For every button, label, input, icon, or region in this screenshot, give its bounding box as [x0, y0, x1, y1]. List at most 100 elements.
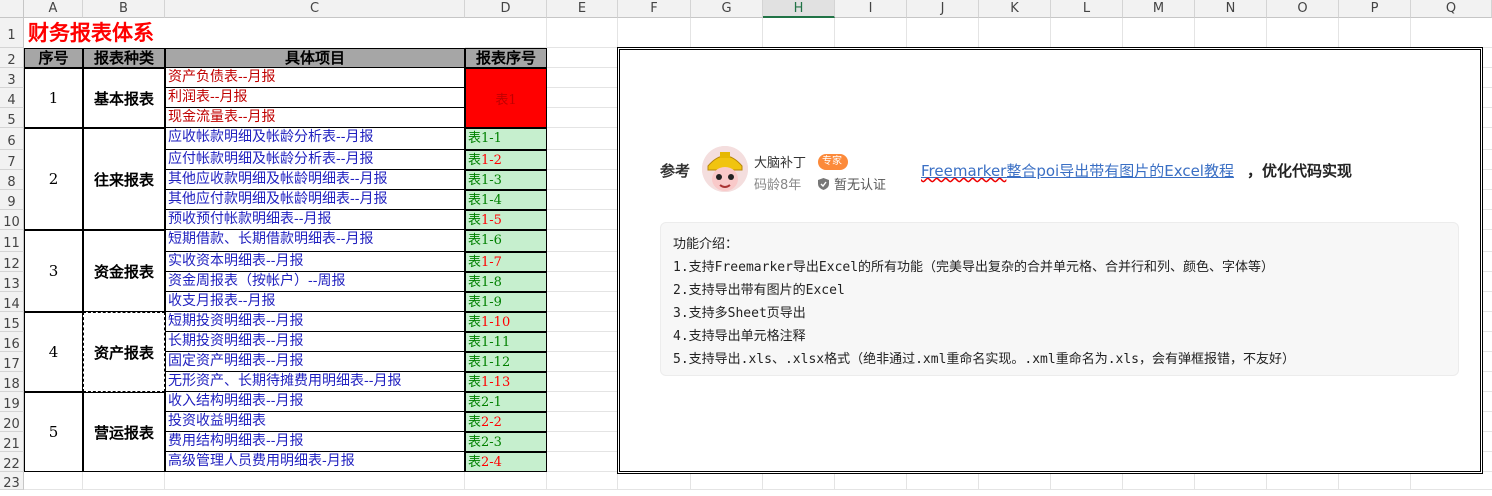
column-header-d[interactable]: D — [465, 0, 547, 18]
column-header-m[interactable]: M — [1123, 0, 1195, 18]
report-code[interactable]: 表2-4 — [465, 452, 547, 472]
column-header-c[interactable]: C — [165, 0, 465, 18]
row-header-12[interactable]: 12 — [0, 252, 24, 272]
report-item[interactable]: 投资收益明细表 — [165, 412, 465, 432]
author-avatar[interactable] — [702, 146, 748, 192]
report-item[interactable]: 资金周报表（按帐户）--周报 — [165, 272, 465, 292]
report-item[interactable]: 预收预付帐款明细表--月报 — [165, 210, 465, 230]
row-header-4[interactable]: 4 — [0, 88, 24, 108]
group-seq[interactable]: 1 — [24, 68, 83, 128]
report-code[interactable]: 表1-3 — [465, 170, 547, 190]
row-header-8[interactable]: 8 — [0, 170, 24, 190]
row-header-17[interactable]: 17 — [0, 352, 24, 372]
row-header-5[interactable]: 5 — [0, 108, 24, 128]
report-item[interactable]: 短期投资明细表--月报 — [165, 312, 465, 332]
column-header-p[interactable]: P — [1339, 0, 1411, 18]
report-item[interactable]: 现金流量表--月报 — [165, 108, 465, 128]
report-code[interactable]: 表2-2 — [465, 412, 547, 432]
report-code-main[interactable]: 表1 — [465, 68, 547, 128]
select-all-corner[interactable] — [0, 0, 24, 18]
row-header-16[interactable]: 16 — [0, 332, 24, 352]
report-item[interactable]: 资产负债表--月报 — [165, 68, 465, 88]
header-item[interactable]: 具体项目 — [165, 48, 465, 68]
row-header-3[interactable]: 3 — [0, 68, 24, 88]
header-kind[interactable]: 报表种类 — [83, 48, 165, 68]
row-header-10[interactable]: 10 — [0, 210, 24, 230]
header-code[interactable]: 报表序号 — [465, 48, 547, 68]
row-header-21[interactable]: 21 — [0, 432, 24, 452]
report-item[interactable]: 高级管理人员费用明细表-月报 — [165, 452, 465, 472]
author-name[interactable]: 大脑补丁 — [754, 152, 806, 171]
row-header-19[interactable]: 19 — [0, 392, 24, 412]
sheet-title[interactable]: 财务报表体系 — [24, 18, 465, 48]
article-link[interactable]: Freemarker整合poi导出带有图片的Excel教程 — [921, 160, 1234, 181]
report-code[interactable]: 表1-9 — [465, 292, 547, 312]
column-header-e[interactable]: E — [547, 0, 618, 18]
report-code[interactable]: 表1-5 — [465, 210, 547, 230]
reference-text-box[interactable]: 参考 大脑补丁 专家 码龄8年 暂无认证 Freemarker整合poi导出带有… — [617, 47, 1483, 474]
group-seq[interactable]: 3 — [24, 230, 83, 312]
row-header-18[interactable]: 18 — [0, 372, 24, 392]
column-header-b[interactable]: B — [83, 0, 165, 18]
row-header-20[interactable]: 20 — [0, 412, 24, 432]
group-kind[interactable]: 基本报表 — [83, 68, 165, 128]
column-header-k[interactable]: K — [979, 0, 1051, 18]
report-code[interactable]: 表1-7 — [465, 252, 547, 272]
row-header-15[interactable]: 15 — [0, 312, 24, 332]
report-code[interactable]: 表1-11 — [465, 332, 547, 352]
column-header-n[interactable]: N — [1195, 0, 1267, 18]
row-header-23[interactable]: 23 — [0, 472, 24, 491]
group-kind[interactable]: 往来报表 — [83, 128, 165, 230]
group-seq[interactable]: 2 — [24, 128, 83, 230]
row-header-13[interactable]: 13 — [0, 272, 24, 292]
column-header-l[interactable]: L — [1051, 0, 1123, 18]
report-item[interactable]: 收支月报表--月报 — [165, 292, 465, 312]
column-header-j[interactable]: J — [907, 0, 979, 18]
report-item[interactable]: 实收资本明细表--月报 — [165, 252, 465, 272]
report-item[interactable]: 长期投资明细表--月报 — [165, 332, 465, 352]
column-header-f[interactable]: F — [618, 0, 691, 18]
report-item[interactable]: 应收帐款明细及帐龄分析表--月报 — [165, 128, 465, 150]
group-seq[interactable]: 4 — [24, 312, 83, 392]
row-header-7[interactable]: 7 — [0, 150, 24, 170]
report-item[interactable]: 费用结构明细表--月报 — [165, 432, 465, 452]
column-header-h[interactable]: H — [763, 0, 835, 18]
report-code-prefix: 表 — [468, 315, 482, 330]
report-item[interactable]: 收入结构明细表--月报 — [165, 392, 465, 412]
header-seq[interactable]: 序号 — [24, 48, 83, 68]
report-code[interactable]: 表1-2 — [465, 150, 547, 170]
report-item[interactable]: 应付帐款明细及帐龄分析表--月报 — [165, 150, 465, 170]
spreadsheet[interactable]: ABCDEFGHIJKLMNOPQ 1 2 3 4 5 6 7 8 9 10 11 12 13 14 15 1… — [0, 0, 1492, 491]
column-header-g[interactable]: G — [691, 0, 763, 18]
report-item[interactable]: 短期借款、长期借款明细表--月报 — [165, 230, 465, 252]
group-kind[interactable]: 资产报表 — [83, 312, 165, 392]
report-item[interactable]: 无形资产、长期待摊费用明细表--月报 — [165, 372, 465, 392]
report-code[interactable]: 表1-13 — [465, 372, 547, 392]
report-code[interactable]: 表2-1 — [465, 392, 547, 412]
column-header-q[interactable]: Q — [1411, 0, 1492, 18]
row-header-6[interactable]: 6 — [0, 128, 24, 150]
row-header-14[interactable]: 14 — [0, 292, 24, 312]
row-header-1[interactable]: 1 — [0, 18, 24, 48]
column-header-a[interactable]: A — [24, 0, 83, 18]
report-code[interactable]: 表1-4 — [465, 190, 547, 210]
row-header-9[interactable]: 9 — [0, 190, 24, 210]
row-header-2[interactable]: 2 — [0, 48, 24, 68]
report-item[interactable]: 利润表--月报 — [165, 88, 465, 108]
row-header-11[interactable]: 11 — [0, 230, 24, 252]
report-item[interactable]: 其他应付款明细及帐龄明细表--月报 — [165, 190, 465, 210]
column-header-i[interactable]: I — [835, 0, 907, 18]
group-kind[interactable]: 资金报表 — [83, 230, 165, 312]
report-code[interactable]: 表1-1 — [465, 128, 547, 150]
report-item[interactable]: 其他应收款明细及帐龄明细表--月报 — [165, 170, 465, 190]
report-code[interactable]: 表1-6 — [465, 230, 547, 252]
group-kind[interactable]: 营运报表 — [83, 392, 165, 472]
report-item[interactable]: 固定资产明细表--月报 — [165, 352, 465, 372]
report-code[interactable]: 表2-3 — [465, 432, 547, 452]
row-header-22[interactable]: 22 — [0, 452, 24, 472]
column-header-o[interactable]: O — [1267, 0, 1339, 18]
report-code[interactable]: 表1-10 — [465, 312, 547, 332]
report-code[interactable]: 表1-12 — [465, 352, 547, 372]
report-code[interactable]: 表1-8 — [465, 272, 547, 292]
group-seq[interactable]: 5 — [24, 392, 83, 472]
